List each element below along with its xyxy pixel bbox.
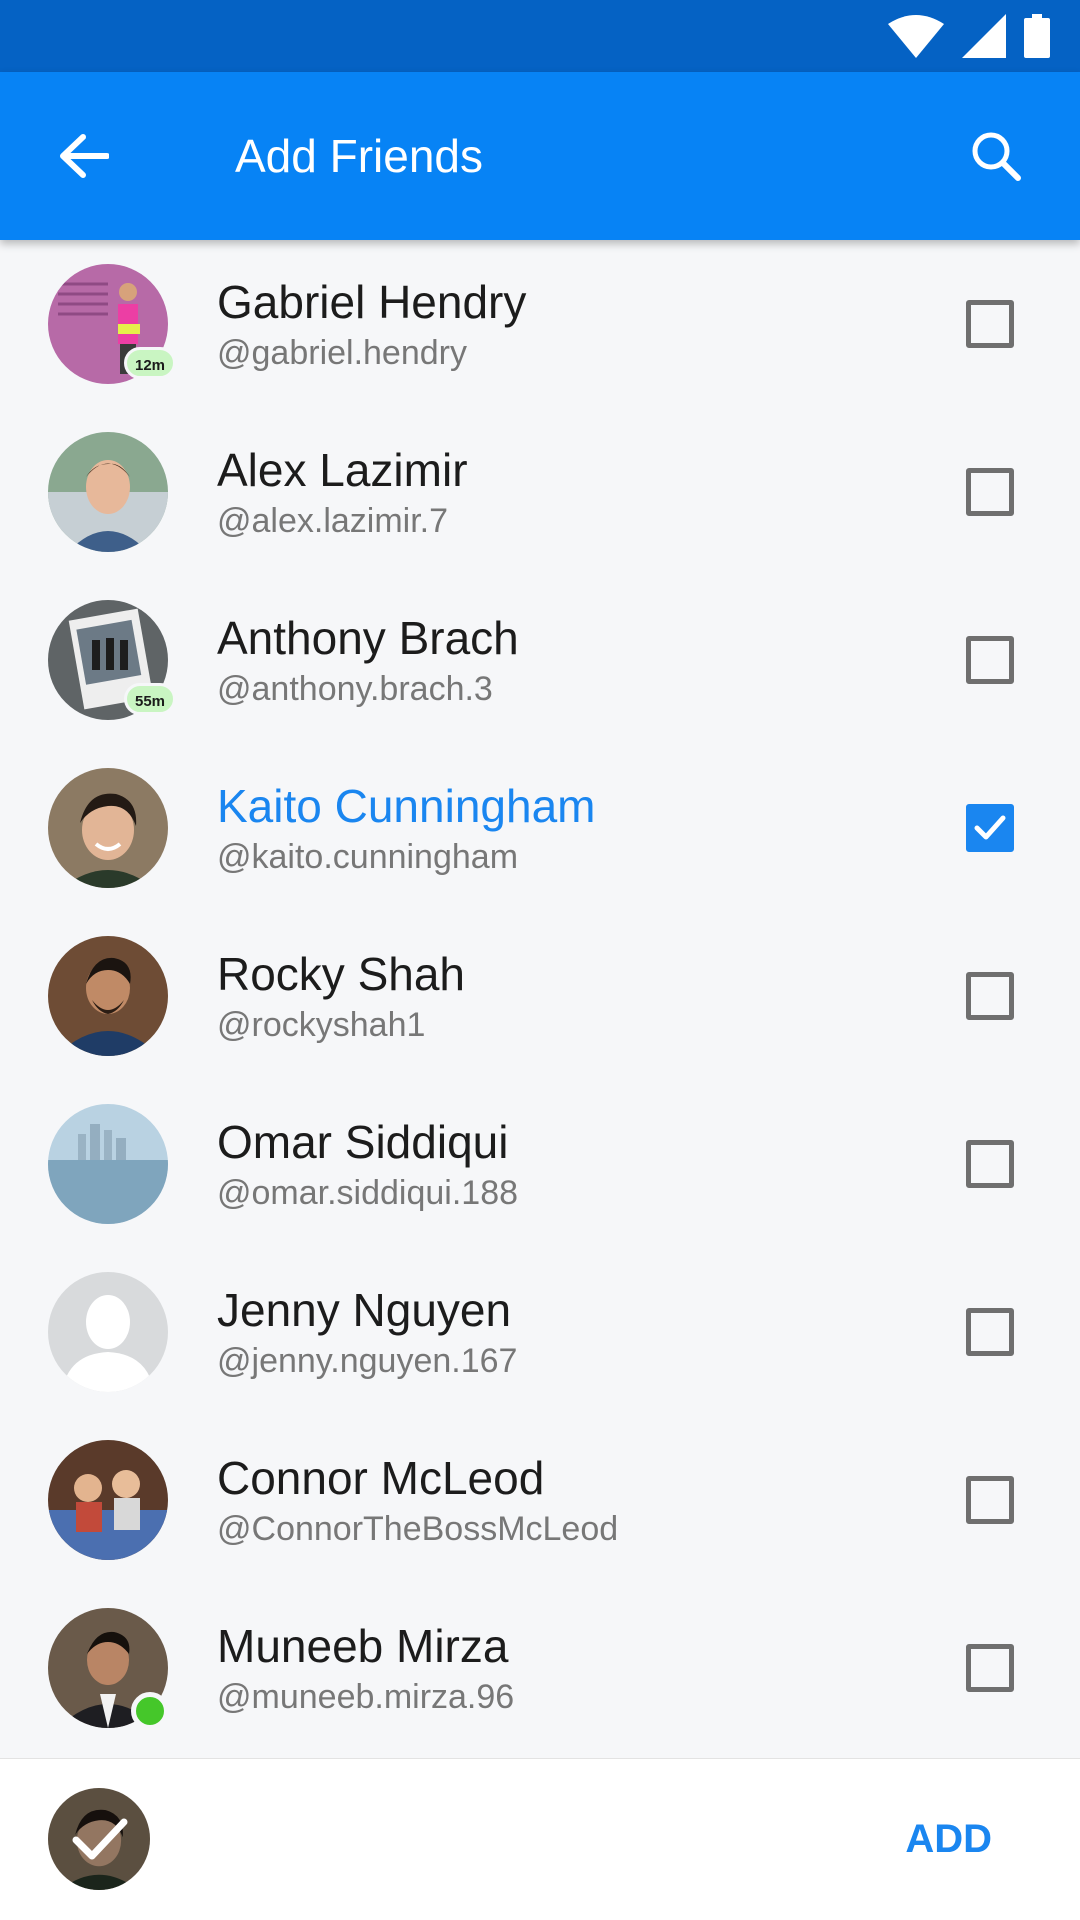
battery-icon: [1024, 14, 1050, 58]
friend-name: Kaito Cunningham: [217, 780, 596, 832]
friend-name: Omar Siddiqui: [217, 1116, 509, 1168]
select-checkbox[interactable]: [966, 300, 1014, 348]
cell-signal-icon: [962, 14, 1006, 58]
page-title: Add Friends: [235, 130, 484, 182]
friend-list[interactable]: 12m Gabriel Hendry @gabriel.hendry Alex …: [0, 240, 1080, 1758]
select-checkbox[interactable]: [966, 1308, 1014, 1356]
friend-handle: @alex.lazimir.7: [217, 502, 449, 540]
friend-row[interactable]: 55m Anthony Brach @anthony.brach.3: [0, 576, 1080, 744]
friend-row[interactable]: Connor McLeod @ConnorTheBossMcLeod: [0, 1416, 1080, 1584]
checkmark-icon: [974, 815, 1006, 840]
friend-row[interactable]: Alex Lazimir @alex.lazimir.7: [0, 408, 1080, 576]
back-button[interactable]: [44, 116, 124, 196]
status-bar: [0, 0, 1080, 72]
friend-name: Muneeb Mirza: [217, 1620, 509, 1672]
avatar: [48, 768, 168, 888]
friend-handle: @gabriel.hendry: [217, 334, 467, 372]
friend-name: Alex Lazimir: [217, 444, 468, 496]
status-icons: [888, 12, 1050, 60]
friend-handle: @omar.siddiqui.188: [217, 1174, 519, 1212]
avatar: [48, 936, 168, 1056]
search-icon: [972, 132, 1021, 181]
active-time-badge: 55m: [124, 683, 177, 715]
friend-name: Gabriel Hendry: [217, 276, 527, 328]
friend-row[interactable]: Muneeb Mirza @muneeb.mirza.96: [0, 1584, 1080, 1752]
avatar: [48, 1104, 168, 1224]
add-button[interactable]: ADD: [905, 1809, 992, 1869]
checkmark-icon: [72, 1818, 128, 1860]
friend-name: Jenny Nguyen: [217, 1284, 512, 1336]
friend-handle: @kaito.cunningham: [217, 838, 519, 876]
wifi-icon: [888, 15, 944, 58]
friend-row[interactable]: Kaito Cunningham @kaito.cunningham: [0, 744, 1080, 912]
friend-handle: @anthony.brach.3: [217, 670, 493, 708]
friend-name: Anthony Brach: [217, 612, 519, 664]
active-time-badge: 12m: [124, 347, 177, 379]
friend-row[interactable]: Jenny Nguyen @jenny.nguyen.167: [0, 1248, 1080, 1416]
friend-row[interactable]: Omar Siddiqui @omar.siddiqui.188: [0, 1080, 1080, 1248]
select-checkbox[interactable]: [966, 972, 1014, 1020]
select-checkbox[interactable]: [966, 636, 1014, 684]
bottom-action-bar: ADD: [0, 1758, 1080, 1920]
friend-name: Connor McLeod: [217, 1452, 545, 1504]
friend-row[interactable]: 12m Gabriel Hendry @gabriel.hendry: [0, 240, 1080, 408]
select-checkbox[interactable]: [966, 804, 1014, 852]
friend-handle: @muneeb.mirza.96: [217, 1678, 515, 1716]
select-checkbox[interactable]: [966, 468, 1014, 516]
avatar: [48, 432, 168, 552]
online-status-dot: [131, 1692, 169, 1730]
arrow-left-icon: [60, 134, 109, 178]
select-checkbox[interactable]: [966, 1140, 1014, 1188]
avatar: [48, 1272, 168, 1392]
friend-name: Rocky Shah: [217, 948, 466, 1000]
friend-row[interactable]: Rocky Shah @rockyshah1: [0, 912, 1080, 1080]
friend-handle: @ConnorTheBossMcLeod: [217, 1510, 619, 1548]
select-checkbox[interactable]: [966, 1476, 1014, 1524]
select-checkbox[interactable]: [966, 1644, 1014, 1692]
selected-friend-avatar[interactable]: [48, 1788, 150, 1890]
avatar: [48, 1440, 168, 1560]
app-bar: Add Friends: [0, 72, 1080, 240]
search-button[interactable]: [956, 116, 1036, 196]
friend-handle: @rockyshah1: [217, 1006, 426, 1044]
friend-handle: @jenny.nguyen.167: [217, 1342, 518, 1380]
